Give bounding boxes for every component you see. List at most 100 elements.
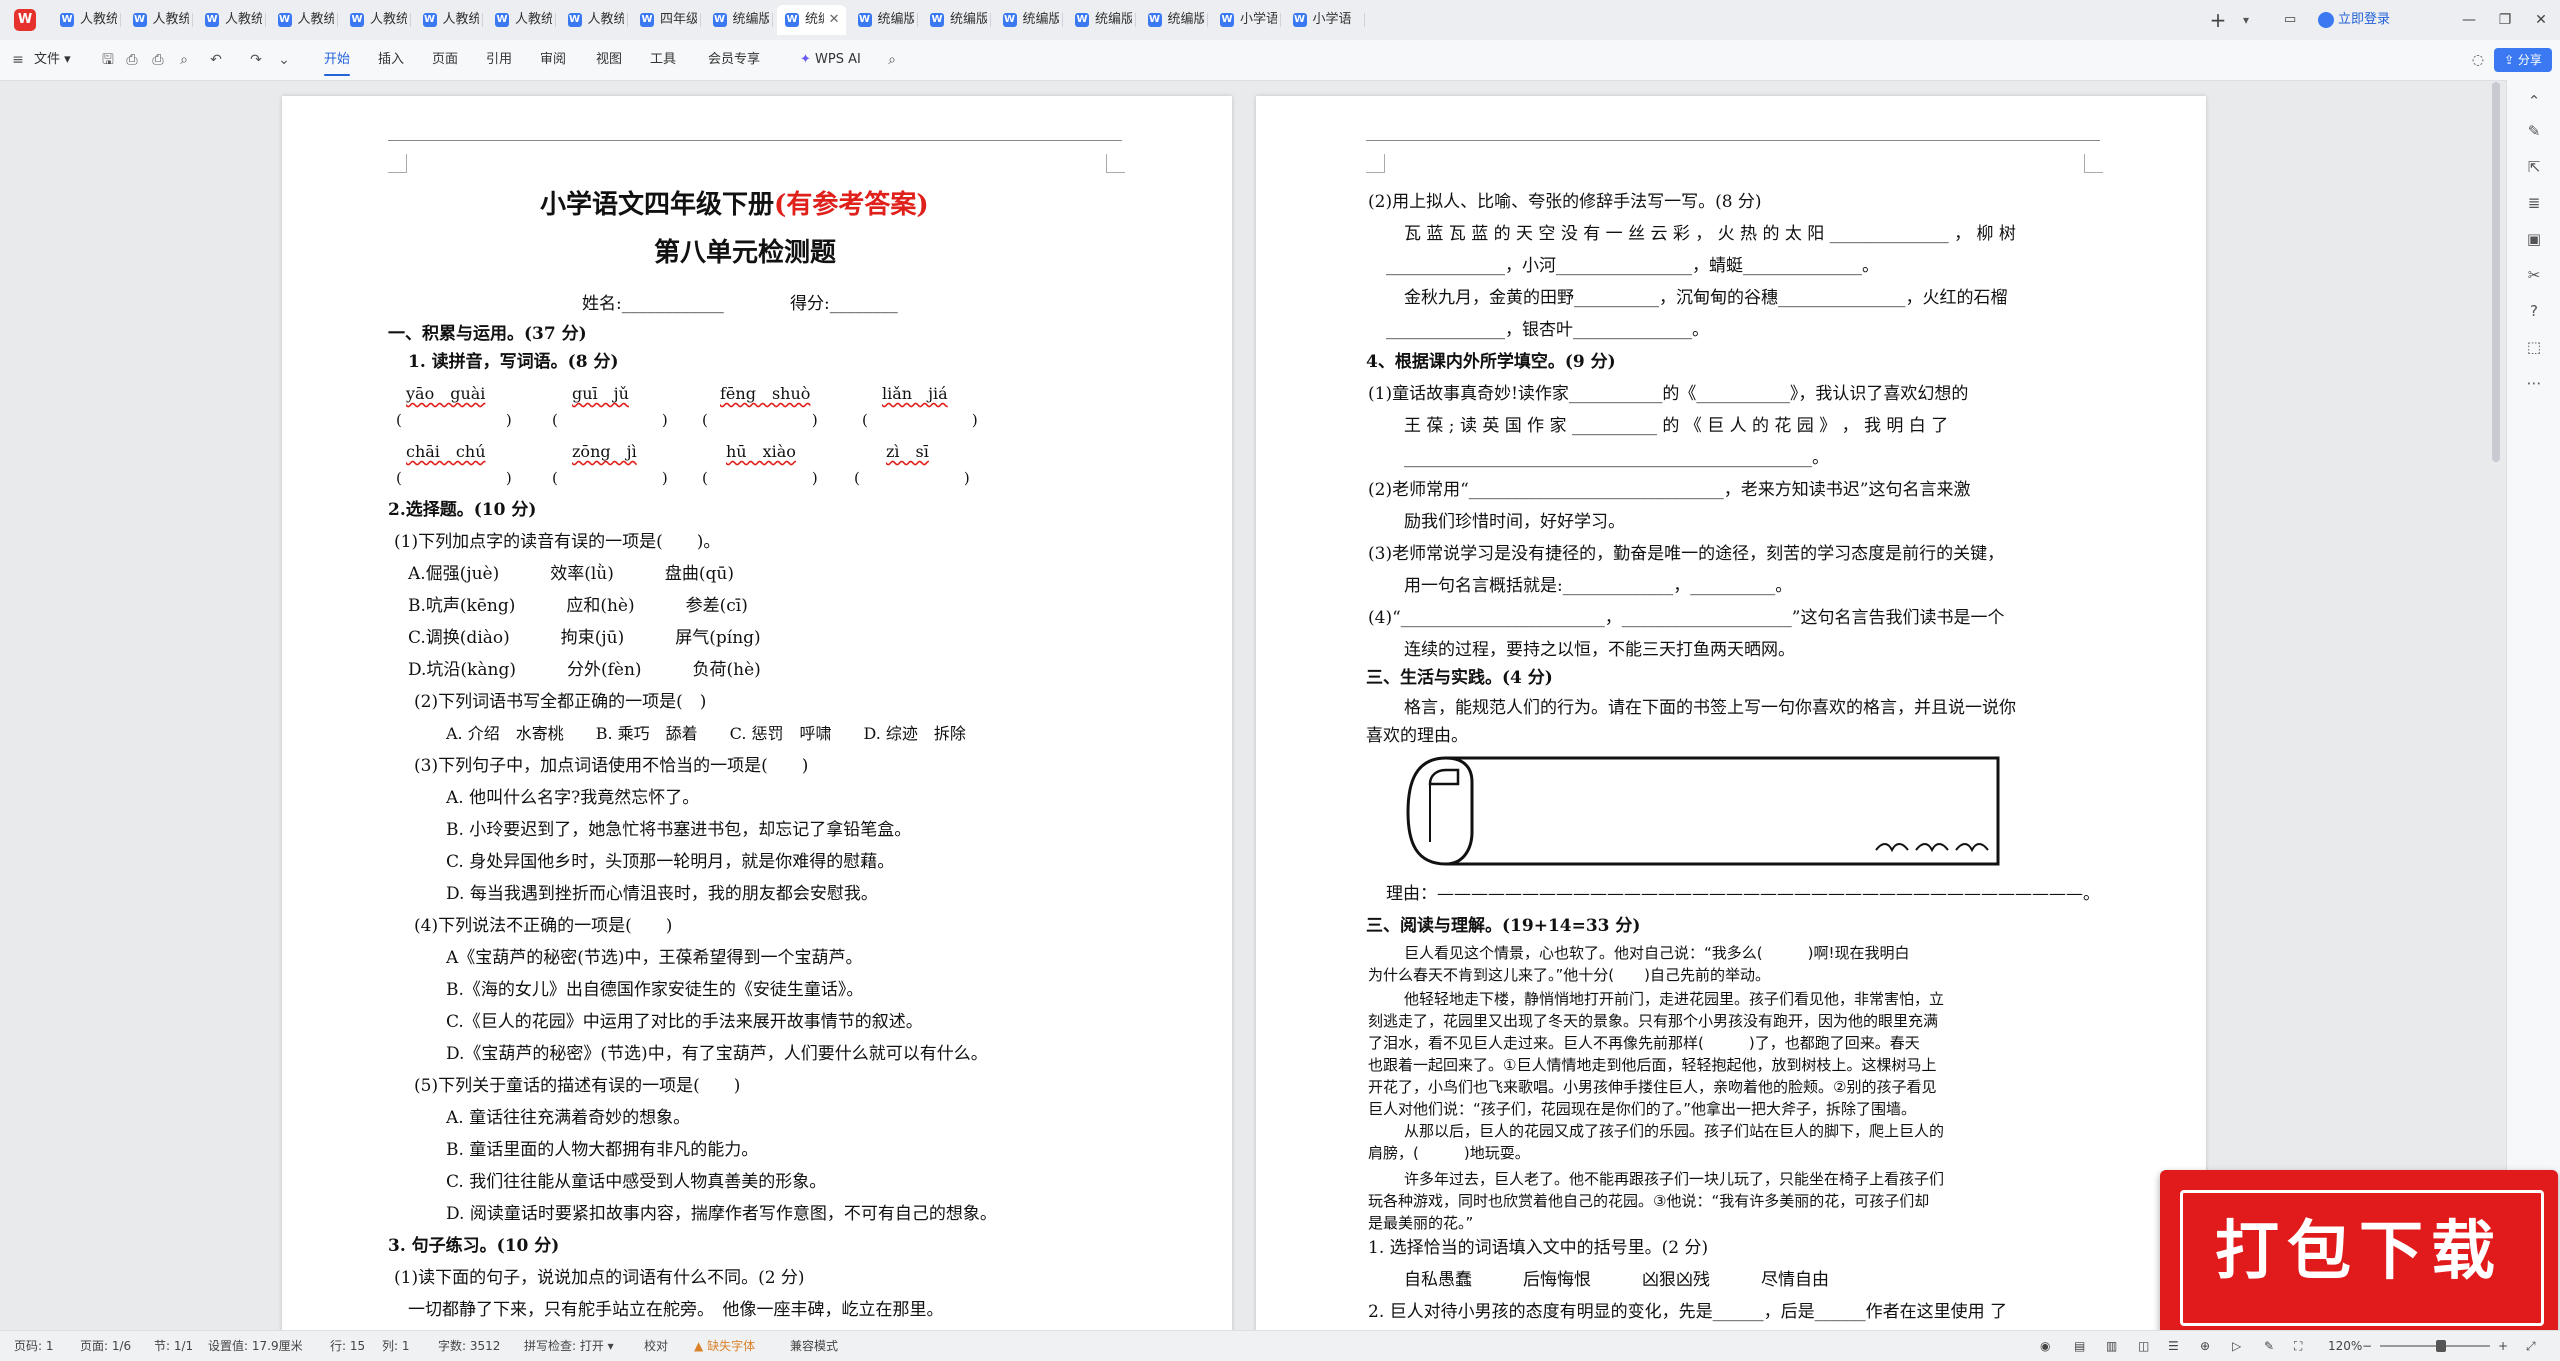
menu-tab[interactable]: 会员专享 [700,48,768,72]
tab-document[interactable]: W 统编版语文四 [1067,5,1136,35]
status-proofread[interactable]: 校对 [644,1331,668,1361]
tab-list-dropdown-icon[interactable]: ▾ [2236,6,2256,34]
collapse-icon[interactable]: ⌃ [2523,90,2545,112]
new-tab-button[interactable]: + [2204,6,2232,34]
edit-icon[interactable]: ✎ [2264,1331,2274,1361]
maximize-button[interactable]: ❐ [2490,8,2520,32]
fullscreen-icon[interactable]: ⤢ [2526,1331,2536,1361]
account-area[interactable]: 立即登录 [2318,8,2390,32]
more-chevron-icon[interactable]: ⌄ [272,48,296,72]
tab-label: 统编版四年级 [877,12,915,27]
status-section: 节: 1/1 [154,1339,194,1353]
tab-document[interactable]: W 统编版四年级 [705,5,773,35]
choice-option: D.坑沿(kàng) 分外(fèn) 负荷(hè) [408,660,761,680]
tab-document[interactable]: W 人教统编版四 [342,5,411,35]
outline-view-icon[interactable]: ☰ [2168,1331,2179,1361]
question-text: 1. 选择恰当的词语填入文中的括号里。(2 分) [1368,1238,1709,1258]
web-view-icon[interactable]: ◫ [2138,1331,2149,1361]
tab-separator [989,13,991,27]
tab-document[interactable]: W 统编版四年 ✕ [777,5,846,35]
tab-document[interactable]: W 小学语文四年 [1212,5,1281,35]
choice-option: D.《宝葫芦的秘密》(节选)中，有了宝葫芦，人们要什么就可以有什么。 [446,1044,988,1064]
pinyin-text: yāo guài [406,384,486,403]
tab-document[interactable]: W 统编版小学语 [922,5,991,35]
print-icon[interactable]: ⎙ [146,48,170,72]
tab-document[interactable]: W 小学语 [1285,5,1365,35]
wps-logo-icon[interactable]: W [14,9,36,31]
zoom-fit-icon[interactable]: ⛶ [2294,1331,2302,1361]
window-layout-icon[interactable]: ▭ [2284,8,2296,32]
question-text: (3)老师常说学习是没有捷径的，勤奋是唯一的途径，刻苦的学习态度是前行的关键， [1368,544,2005,564]
document-page-2: (2)用上拟人、比喻、夸张的修辞手法写一写。(8 分) 瓦 蓝 瓦 蓝 的 天 … [1256,96,2206,1336]
status-spell-check[interactable]: 拼写检查: 打开 ▾ [524,1331,614,1361]
tab-document[interactable]: W 四年级语文下 [632,5,701,35]
tab-document[interactable]: W 人教统编版四 [125,5,193,35]
tab-document[interactable]: W 人教统编版四 [270,5,338,35]
eye-protection-icon[interactable]: ◉ [2040,1331,2050,1361]
pen-icon[interactable]: ✎ [2523,120,2545,142]
menu-tab[interactable]: 开始 [316,48,358,76]
tab-document[interactable]: W 人教统编版四 [197,5,266,35]
undo-icon[interactable]: ↶ [204,48,228,72]
vertical-scrollbar[interactable] [2492,82,2500,462]
question-text: 瓦 蓝 瓦 蓝 的 天 空 没 有 一 丝 云 彩 ， 火 热 的 太 阳 __… [1404,224,2016,244]
globe-icon[interactable]: ⊕ [2200,1331,2210,1361]
tab-document[interactable]: W 人教统编版四 [415,5,483,35]
tab-label: 人教统编版四 [370,12,407,27]
menu-tab[interactable]: 插入 [370,48,412,72]
question-text: (4)下列说法不正确的一项是( ) [414,916,673,936]
tab-label: 小学语 [1312,12,1352,27]
tab-document[interactable]: W 人教统编版四 [487,5,556,35]
read-view-icon[interactable]: ▥ [2106,1331,2117,1361]
download-package-button[interactable]: 打包下载 [2160,1170,2558,1340]
status-word-count[interactable]: 字数: 3512 [438,1331,500,1361]
tab-document[interactable]: W 人教统编版四 [52,5,121,35]
redo-icon[interactable]: ↷ [244,48,268,72]
save-icon[interactable]: 🖫 [96,48,120,72]
more-icon[interactable]: ⋯ [2523,372,2545,394]
tab-document[interactable]: W 统编版四年级 [850,5,918,35]
share-button[interactable]: ⇪ 分享 [2494,48,2552,72]
status-page[interactable]: 页码: 1 [14,1331,54,1361]
hamburger-menu-icon[interactable]: ≡ [6,48,30,72]
choice-option: C. 我们往往能从童话中感受到人物真善美的形象。 [446,1172,827,1192]
tab-document[interactable]: W 统编版语文四 [1140,5,1208,35]
close-tab-icon[interactable]: ✕ [829,5,840,35]
wps-ai-button[interactable]: ✦ WPS AI [800,48,861,72]
zoom-in-icon[interactable]: + [2498,1331,2508,1361]
reading-passage-line: 刻逃走了，花园里又出现了冬天的景象。只有那个小男孩没有跑开，因为他的眼里充满 [1368,1012,1939,1030]
export-pdf-icon[interactable]: ⎙ [120,48,144,72]
login-link[interactable]: 立即登录 [2338,12,2390,27]
menu-tab[interactable]: 工具 [642,48,684,72]
minimize-button[interactable]: — [2454,8,2484,32]
play-icon[interactable]: ▷ [2232,1331,2241,1361]
file-menu[interactable]: 文件 ▾ [34,48,71,72]
tab-document[interactable]: W 统编版小学语 [995,5,1063,35]
layout-view-icon[interactable]: ▤ [2074,1331,2085,1361]
section-heading: 三、生活与实践。(4 分) [1366,668,1553,688]
zoom-level[interactable]: 120% [2328,1331,2362,1361]
answer-paren: ( ) [702,411,820,429]
format-icon[interactable]: ≣ [2523,192,2545,214]
plugin-icon[interactable]: ⬚ [2523,336,2545,358]
status-missing-font[interactable]: ▲ 缺失字体 [694,1331,755,1361]
search-icon[interactable]: ⌕ [880,48,904,72]
menu-tab[interactable]: 视图 [588,48,630,72]
close-window-button[interactable]: ✕ [2526,8,2556,32]
zoom-slider-track[interactable] [2380,1345,2490,1347]
zoom-out-icon[interactable]: − [2362,1331,2372,1361]
help-icon[interactable]: ? [2523,300,2545,322]
style-icon[interactable]: ▣ [2523,228,2545,250]
menu-tab[interactable]: 审阅 [532,48,574,72]
zoom-slider-thumb[interactable] [2436,1340,2446,1352]
tab-document[interactable]: W 人教统编版四 [560,5,628,35]
tools-icon[interactable]: ✂ [2523,264,2545,286]
menu-tab[interactable]: 引用 [478,48,520,72]
answer-paren: ( ) [396,469,514,487]
status-pages[interactable]: 页面: 1/6 [80,1331,131,1361]
menu-tab[interactable]: 页面 [424,48,466,72]
select-icon[interactable]: ⇱ [2523,156,2545,178]
print-preview-icon[interactable]: ⌕ [172,48,196,72]
question-text: 格言，能规范人们的行为。请在下面的书签上写一句你喜欢的格言，并且说一说你 [1404,698,2016,718]
comment-icon[interactable]: ◌ [2466,48,2490,72]
